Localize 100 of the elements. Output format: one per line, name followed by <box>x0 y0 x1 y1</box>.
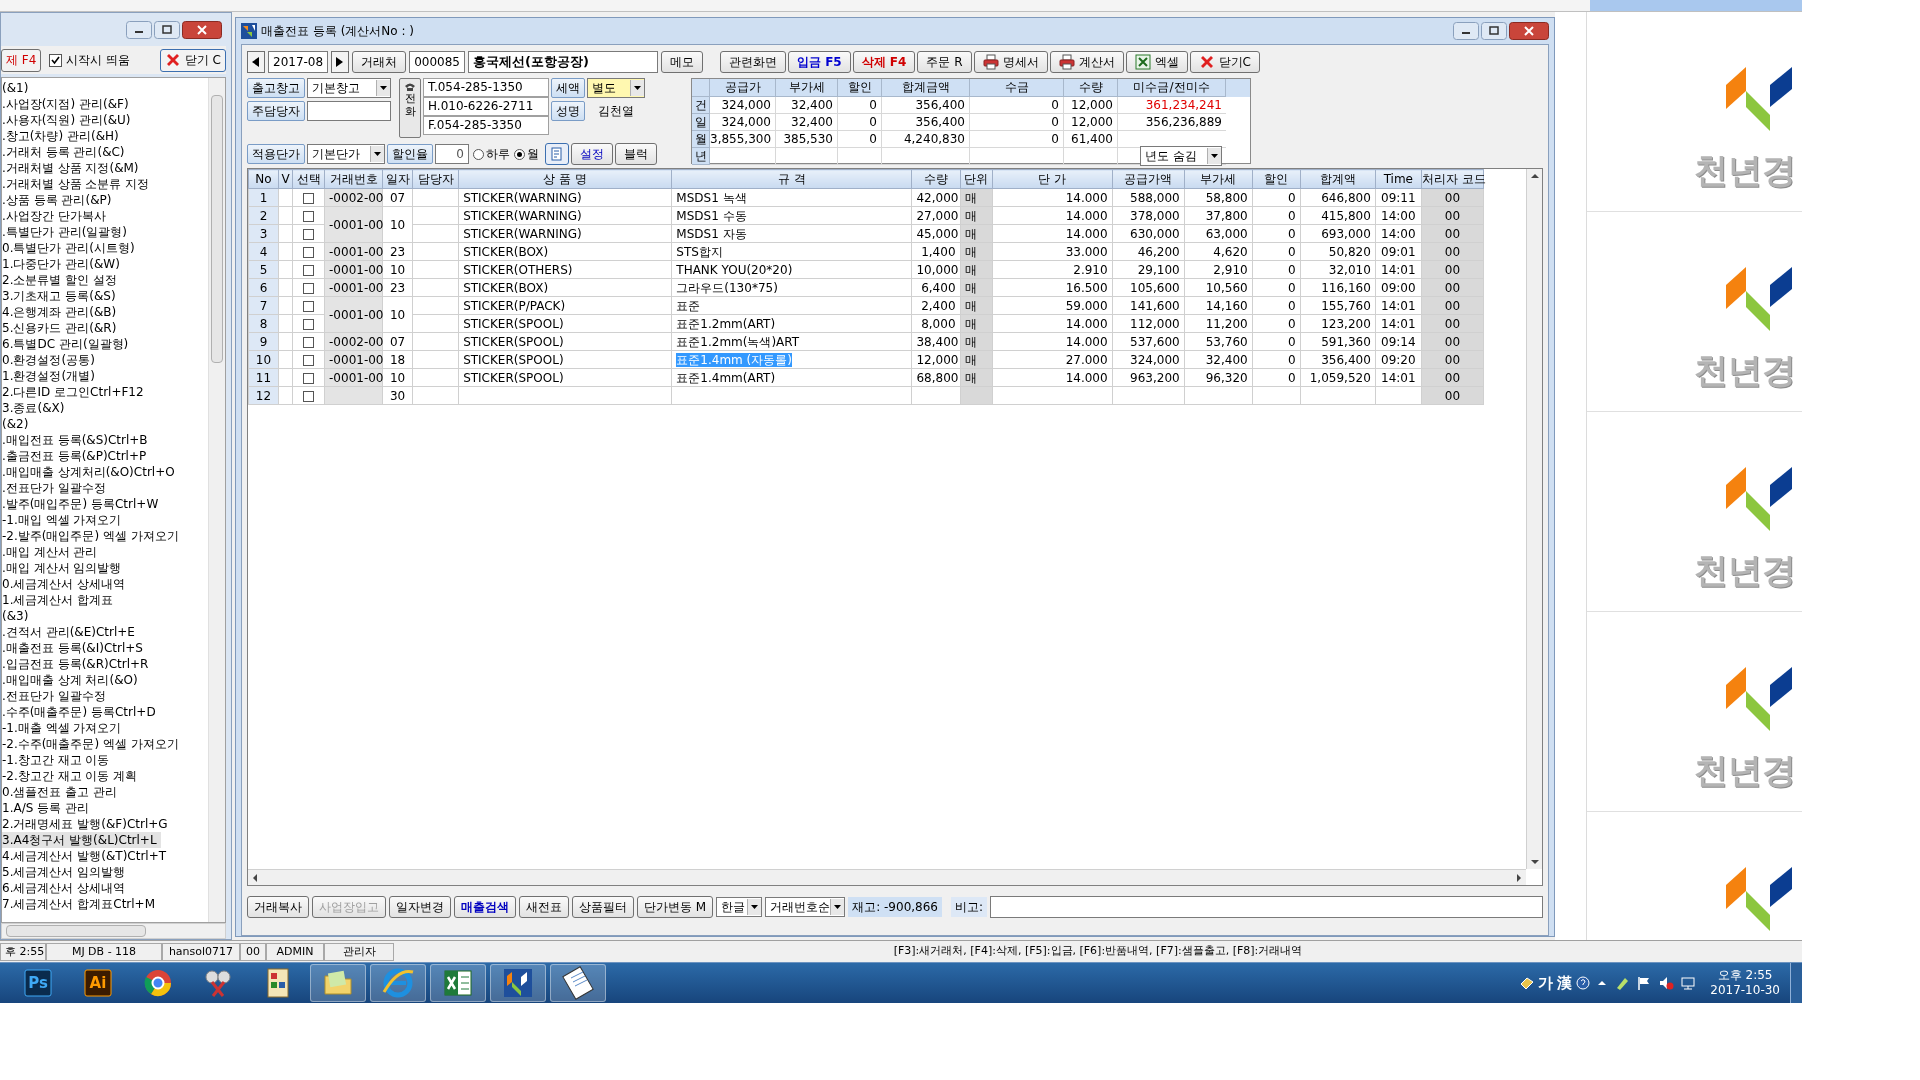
phone-number-field[interactable]: T.054-285-1350 <box>423 78 549 97</box>
sort-dropdown[interactable]: 거래번호순 <box>765 897 846 917</box>
note-field[interactable] <box>990 896 1543 918</box>
menu-item[interactable]: .사업장(지점) 관리(&F) <box>2 96 133 112</box>
menu-item[interactable]: .견적서 관리(&E)Ctrl+E <box>2 624 139 640</box>
startup-checkbox[interactable] <box>49 53 63 67</box>
row-checkbox[interactable] <box>303 318 314 330</box>
menu-item[interactable]: .거래처별 상품 소분류 지정 <box>2 176 154 192</box>
price-dropdown[interactable]: 기본단가 <box>307 144 385 164</box>
form-button[interactable]: 설정 <box>571 143 613 165</box>
menu-item[interactable]: 2.소분류별 할인 설정 <box>2 272 122 288</box>
row-checkbox[interactable] <box>303 264 314 276</box>
menu-item[interactable]: -2.창고간 재고 이동 계획 <box>2 768 142 784</box>
ime-indicator[interactable]: 漢 <box>1557 971 1573 995</box>
client-button[interactable]: 거래처 <box>352 51 407 73</box>
taskbar-button[interactable] <box>490 964 546 1002</box>
menu-item[interactable]: 2.거래명세표 발행(&F)Ctrl+G <box>2 816 172 832</box>
scrollbar[interactable] <box>208 78 225 922</box>
menu-item[interactable]: 2.다른ID 로그인Ctrl+F12 <box>2 384 148 400</box>
scrollbar[interactable] <box>248 869 1526 885</box>
row-checkbox[interactable] <box>303 210 314 222</box>
taskbar-button[interactable]: Ai <box>70 964 126 1002</box>
menu-item[interactable]: 6.세금계산서 상세내역 <box>2 880 130 896</box>
menu-item[interactable]: 6.특별DC 관리(일괄형) <box>2 336 133 352</box>
menu-item[interactable]: 0.특별단가 관리(시트형) <box>2 240 139 256</box>
row-checkbox[interactable] <box>303 372 314 384</box>
row-checkbox[interactable] <box>303 228 314 240</box>
radio-button[interactable] <box>473 148 484 160</box>
close-button[interactable]: 닫기 C <box>159 48 226 72</box>
menu-item[interactable]: .전표단가 일괄수정 <box>2 688 110 704</box>
row-checkbox[interactable] <box>303 390 314 402</box>
menu-item[interactable]: 4.세금계산서 발행(&T)Ctrl+T <box>2 848 171 864</box>
show-desktop-button[interactable] <box>1790 963 1802 1003</box>
menu-item[interactable]: .상품 등록 관리(&P) <box>2 192 116 208</box>
toolbar-button[interactable]: 새전표 <box>519 896 569 918</box>
menu-item[interactable]: 7.세금계산서 합계표Ctrl+M <box>2 896 160 912</box>
menu-item[interactable]: 4.은행계좌 관리(&B) <box>2 304 121 320</box>
year-dropdown[interactable]: 년도 숨김 <box>1140 146 1222 166</box>
menu-item[interactable]: .매입매출 상계 처리(&O) <box>2 672 142 688</box>
menu-item[interactable]: .매입 계산서 임의발행 <box>2 560 126 576</box>
document-button[interactable] <box>545 143 569 165</box>
menu-item[interactable]: 0.세금계산서 상세내역 <box>2 576 130 592</box>
radio-button[interactable] <box>514 148 525 160</box>
row-checkbox[interactable] <box>303 354 314 366</box>
menu-item[interactable]: .매입매출 상계처리(&O)Ctrl+O <box>2 464 179 480</box>
menu-item[interactable]: 1.A/S 등록 관리 <box>2 800 93 816</box>
toolbar-button[interactable]: 거래복사 <box>247 896 309 918</box>
toolbar-button[interactable]: 관련화면 <box>719 51 786 73</box>
toolbar-button[interactable]: 단가변동 M <box>637 896 714 918</box>
menu-item[interactable]: -2.발주(매입주문) 엑셀 가져오기 <box>2 528 183 544</box>
menu-item[interactable]: -1.매출 엑셀 가져오기 <box>2 720 126 736</box>
row-checkbox[interactable] <box>303 336 314 348</box>
toolbar-button[interactable]: 명세서 <box>973 51 1048 73</box>
delete-button[interactable]: 제 F4 <box>1 48 42 72</box>
phone-number-field[interactable]: F.054-285-3350 <box>423 116 549 135</box>
menu-item[interactable]: 0.환경설정(공통) <box>2 352 99 368</box>
menu-item[interactable]: 3.A4청구서 발행(&L)Ctrl+L <box>2 832 161 848</box>
warehouse-dropdown[interactable]: 기본창고 <box>307 78 391 98</box>
phone-button[interactable]: 전화 <box>399 78 421 138</box>
ime-indicator[interactable]: 가 <box>1538 971 1554 995</box>
next-button[interactable] <box>331 51 350 73</box>
menu-item[interactable]: (&1) <box>2 80 33 96</box>
toolbar-button[interactable]: 상품필터 <box>572 896 634 918</box>
phone-number-field[interactable]: H.010-6226-2711 <box>423 97 549 116</box>
menu-item[interactable]: 1.세금계산서 합계표 <box>2 592 118 608</box>
row-checkbox[interactable] <box>303 246 314 258</box>
menu-item[interactable]: .출금전표 등록(&P)Ctrl+P <box>2 448 151 464</box>
menu-item[interactable]: -1.창고간 재고 이동 <box>2 752 114 768</box>
row-checkbox[interactable] <box>303 300 314 312</box>
toolbar-button[interactable]: 엑셀 <box>1125 51 1188 73</box>
form-button[interactable]: 블럭 <box>615 143 657 165</box>
menu-item[interactable]: .거래처 등록 관리(&C) <box>2 144 129 160</box>
menu-item[interactable]: 1.다중단가 관리(&W) <box>2 256 124 272</box>
memo-button[interactable]: 메모 <box>660 51 703 73</box>
tax-dropdown[interactable]: 별도 <box>587 78 645 98</box>
menu-item[interactable]: 1.환경설정(개별) <box>2 368 99 384</box>
menu-item[interactable]: (&3) <box>2 608 33 624</box>
client-name-field[interactable]: 흥국제선(포항공장) <box>467 51 658 73</box>
discount-field[interactable]: 0 <box>435 144 469 164</box>
menu-item[interactable]: .거래처별 상품 지정(&M) <box>2 160 143 176</box>
menu-item[interactable]: 5.신용카드 관리(&R) <box>2 320 121 336</box>
menu-item[interactable]: (&2) <box>2 416 33 432</box>
row-checkbox[interactable] <box>303 282 314 294</box>
menu-item[interactable]: -2.수주(매출주문) 엑셀 가져오기 <box>2 736 183 752</box>
previous-button[interactable] <box>247 51 265 73</box>
menu-item[interactable]: .발주(매입주문) 등록Ctrl+W <box>2 496 163 512</box>
menu-item[interactable]: .수주(매출주문) 등록Ctrl+D <box>2 704 160 720</box>
taskbar-button[interactable] <box>430 964 486 1002</box>
menu-item[interactable]: 0.샘플전표 출고 관리 <box>2 784 122 800</box>
month-field[interactable]: 2017-08 <box>268 51 329 73</box>
toolbar-button[interactable]: 입금 F5 <box>787 51 851 73</box>
menu-item[interactable]: .전표단가 일괄수정 <box>2 480 110 496</box>
toolbar-button[interactable]: 주문 R <box>917 51 972 73</box>
toolbar-button[interactable]: 일자변경 <box>389 896 451 918</box>
menu-item[interactable]: .사업장간 단가복사 <box>2 208 110 224</box>
menu-item[interactable]: 3.종료(&X) <box>2 400 69 416</box>
toolbar-button[interactable]: 매출검색 <box>454 896 516 918</box>
menu-item[interactable]: .매입전표 등록(&S)Ctrl+B <box>2 432 152 448</box>
menu-item[interactable]: .창고(차량) 관리(&H) <box>2 128 123 144</box>
menu-item[interactable]: .매입 계산서 관리 <box>2 544 102 560</box>
